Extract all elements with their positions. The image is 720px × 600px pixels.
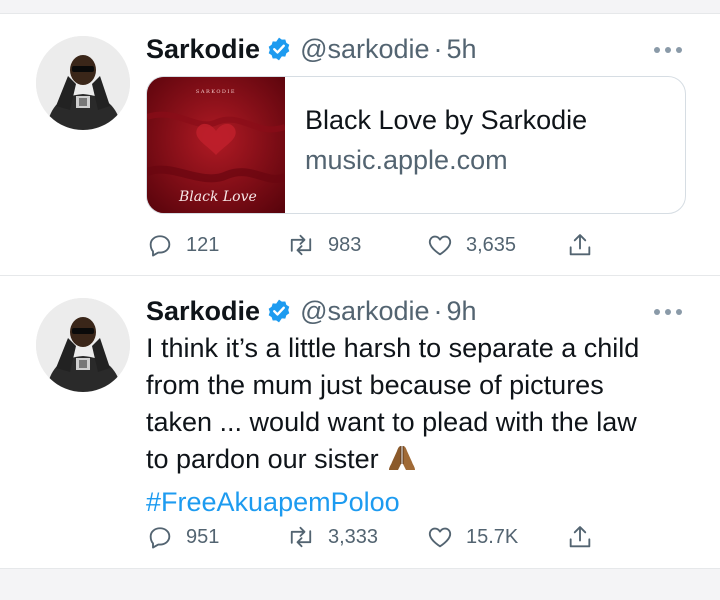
top-separator-band: [0, 0, 720, 14]
author-name[interactable]: Sarkodie: [146, 34, 260, 65]
album-brand-text: SARKODIE: [196, 89, 236, 95]
tweet-header: Sarkodie @sarkodie · 5h: [146, 32, 477, 66]
reply-count: 121: [186, 233, 220, 256]
heart-icon: [426, 523, 454, 551]
album-script-text: Black Love: [178, 189, 257, 205]
link-card[interactable]: SARKODIE Black Love Black Love by Sarkod…: [146, 76, 686, 214]
verified-badge-icon: [266, 298, 292, 324]
avatar[interactable]: [36, 298, 130, 392]
separator-dot: ·: [433, 33, 443, 64]
like-count: 15.7K: [466, 525, 519, 548]
card-domain: music.apple.com: [305, 145, 508, 175]
avatar[interactable]: [36, 36, 130, 130]
more-dots-icon[interactable]: [654, 46, 682, 54]
tweet-actions: 121 983 3,635: [146, 230, 606, 260]
like-button[interactable]: 3,635: [426, 230, 516, 260]
like-count: 3,635: [466, 233, 517, 256]
more-dots-icon[interactable]: [654, 308, 682, 316]
tweet-text-line: taken ... would want to plead with the l…: [146, 407, 637, 437]
tweet-text: I think it’s a little harsh to separate …: [146, 330, 686, 521]
album-art-thumbnail: SARKODIE Black Love: [147, 77, 285, 213]
retweet-arrows-icon: [286, 523, 316, 551]
reply-count: 951: [186, 525, 220, 548]
retweet-count: 3,333: [328, 525, 379, 548]
reply-bubble-icon: [146, 523, 174, 551]
retweet-button[interactable]: 3,333: [286, 522, 378, 552]
share-button[interactable]: [566, 230, 594, 260]
retweet-count: 983: [328, 233, 362, 256]
card-title: Black Love by Sarkodie: [305, 105, 588, 135]
reply-button[interactable]: 121: [146, 230, 219, 260]
verified-badge-icon: [266, 36, 292, 62]
separator-dot: ·: [433, 295, 443, 326]
folded-hands-emoji: [385, 442, 419, 484]
share-button[interactable]: [566, 522, 594, 552]
tweet-1[interactable]: Sarkodie @sarkodie · 5h SARKODIE Black L…: [0, 14, 720, 275]
author-name[interactable]: Sarkodie: [146, 296, 260, 327]
share-upload-icon: [566, 523, 594, 551]
like-button[interactable]: 15.7K: [426, 522, 518, 552]
tweet-text-line: to pardon our sister: [146, 444, 379, 474]
bottom-separator-band: [0, 568, 720, 600]
reply-bubble-icon: [146, 231, 174, 259]
share-upload-icon: [566, 231, 594, 259]
tweet-2[interactable]: Sarkodie @sarkodie · 9h I think it’s a l…: [0, 276, 720, 568]
author-handle[interactable]: @sarkodie: [300, 34, 429, 65]
tweet-text-line-last: to pardon our sister: [146, 441, 686, 484]
reply-button[interactable]: 951: [146, 522, 219, 552]
tweet-actions: 951 3,333 15.7K: [146, 522, 606, 552]
retweet-button[interactable]: 983: [286, 230, 361, 260]
tweet-text-line: I think it’s a little harsh to separate …: [146, 333, 640, 363]
tweet-time[interactable]: 9h: [447, 296, 477, 327]
hashtag-link[interactable]: #FreeAkuapemPoloo: [146, 487, 400, 517]
author-handle[interactable]: @sarkodie: [300, 296, 429, 327]
retweet-arrows-icon: [286, 231, 316, 259]
tweet-header: Sarkodie @sarkodie · 9h: [146, 294, 477, 328]
card-text: Black Love by Sarkodie music.apple.com: [285, 77, 587, 213]
tweet-time[interactable]: 5h: [447, 34, 477, 65]
heart-icon: [426, 231, 454, 259]
tweet-text-line: from the mum just because of pictures: [146, 370, 604, 400]
